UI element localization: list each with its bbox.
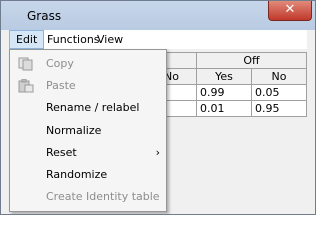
table-cell[interactable]: 0.01 <box>196 100 252 117</box>
menu-edit[interactable]: Edit <box>9 30 45 49</box>
column-group-header: Off <box>196 52 307 69</box>
menu-item-label: Reset <box>46 146 77 159</box>
menu-item-copy[interactable]: Copy <box>10 53 166 75</box>
menu-item-label: Rename / relabel <box>46 101 140 114</box>
menu-item-paste[interactable]: Paste <box>10 75 166 97</box>
menu-item-reset[interactable]: Reset › <box>10 142 166 164</box>
menu-item-label: Normalize <box>46 124 102 137</box>
menu-item-label: Copy <box>46 57 74 70</box>
column-header: Yes <box>196 68 252 85</box>
close-button[interactable]: ✕ <box>268 1 312 21</box>
menu-item-rename[interactable]: Rename / relabel <box>10 97 166 119</box>
copy-icon <box>18 57 33 71</box>
table-cell[interactable]: 0.05 <box>251 84 307 101</box>
menu-item-label: Create Identity table <box>46 190 160 203</box>
title-bar[interactable]: Grass ✕ <box>1 1 315 30</box>
menu-item-label: Randomize <box>46 168 108 181</box>
column-header: No <box>251 68 307 85</box>
menu-bar: Edit Functions View <box>9 30 307 49</box>
table-cell[interactable]: 0.95 <box>251 100 307 117</box>
window-title: Grass <box>27 9 62 23</box>
menu-item-label: Paste <box>46 79 76 92</box>
menu-item-normalize[interactable]: Normalize <box>10 120 166 142</box>
close-icon: ✕ <box>284 2 296 17</box>
chevron-right-icon: › <box>155 146 160 159</box>
table-cell[interactable]: 0.99 <box>196 84 252 101</box>
paste-icon <box>18 79 34 93</box>
edit-menu-dropdown: Copy Paste Rename / relabel Normalize Re… <box>9 49 167 212</box>
menu-item-randomize[interactable]: Randomize <box>10 164 166 186</box>
menu-view[interactable]: View <box>91 30 129 49</box>
menu-item-create-identity-table[interactable]: Create Identity table <box>10 186 166 208</box>
window: Grass ✕ Edit Functions View Off No Yes N… <box>0 0 316 215</box>
